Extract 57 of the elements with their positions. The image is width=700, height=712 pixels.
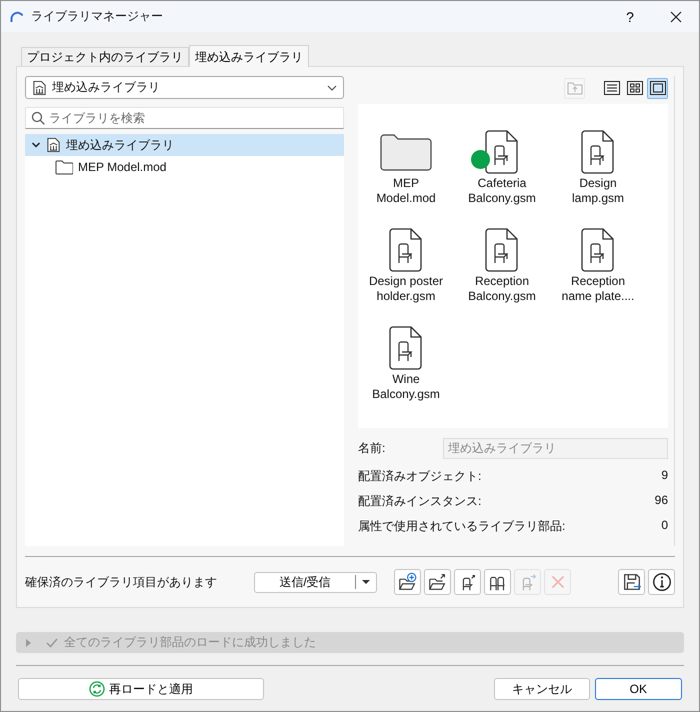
library-icon xyxy=(46,137,61,153)
save-button[interactable] xyxy=(618,569,645,595)
info-icon xyxy=(650,571,672,593)
folder-icon xyxy=(55,159,73,175)
field-label: 名前: xyxy=(358,440,386,456)
search-icon xyxy=(31,111,45,125)
stat-value: 9 xyxy=(661,468,668,484)
item-label: Wine Balcony.gsm xyxy=(371,372,441,402)
close-icon xyxy=(670,10,682,22)
chair-file-icon xyxy=(581,228,615,272)
stat-label: 配置済みインスタンス: xyxy=(358,493,482,509)
info-button[interactable] xyxy=(648,569,675,595)
item-label: Reception name plate.... xyxy=(560,274,636,304)
item-label: MEP Model.mod xyxy=(375,176,437,206)
chair-file-icon xyxy=(485,130,519,174)
item-label: Design lamp.gsm xyxy=(570,176,625,206)
tab[interactable]: 埋め込みライブラリ xyxy=(189,45,309,67)
folder-up-icon xyxy=(566,81,582,95)
item-label: Design poster holder.gsm xyxy=(368,274,444,304)
export-folder-button[interactable] xyxy=(424,569,451,595)
stat-value: 0 xyxy=(661,518,668,534)
check-icon xyxy=(46,638,58,648)
help-button[interactable]: ? xyxy=(607,1,653,32)
new-library-button[interactable] xyxy=(394,569,421,595)
tree-item[interactable]: MEP Model.mod xyxy=(25,156,344,178)
app-logo-icon xyxy=(10,10,24,22)
library-icon xyxy=(32,80,47,96)
tab[interactable]: プロジェクト内のライブラリ xyxy=(21,47,189,66)
large-view-button[interactable] xyxy=(647,78,668,98)
tree-item[interactable]: 埋め込みライブラリ xyxy=(25,134,344,156)
search-field[interactable]: ライブラリを検索 xyxy=(25,107,344,129)
reload-button[interactable]: 再ロードと適用 xyxy=(18,678,264,700)
chair-file-icon xyxy=(581,130,615,174)
stat-label: 属性で使用されているライブラリ部品: xyxy=(358,518,566,534)
chair-file-icon xyxy=(389,228,423,272)
item-label: Reception Balcony.gsm xyxy=(467,274,537,304)
folder-plus-icon xyxy=(396,571,418,593)
grid-view-icon xyxy=(626,79,644,97)
objects-button[interactable] xyxy=(484,569,511,595)
stat-value: 96 xyxy=(654,493,668,509)
reserve-message: 確保済のライブラリ項目があります xyxy=(25,574,217,590)
item-label: Cafeteria Balcony.gsm xyxy=(467,176,537,206)
list-view-icon xyxy=(602,79,620,97)
status-message: 全てのライブラリ部品のロードに成功しました xyxy=(64,634,316,651)
library-dropdown[interactable]: 埋め込みライブラリ xyxy=(25,76,344,99)
ok-button[interactable]: OK xyxy=(594,678,682,700)
chevron-down-icon xyxy=(327,84,337,90)
send-receive-button[interactable]: 送信/受信 xyxy=(254,572,377,592)
window-title: ライブラリマネージャー xyxy=(31,8,163,25)
large-view-icon xyxy=(648,79,666,97)
export-object-button[interactable] xyxy=(454,569,481,595)
chair-file-icon xyxy=(389,326,423,370)
chair-file-icon xyxy=(485,228,519,272)
folder-icon xyxy=(379,132,433,172)
stat-label: 配置済みオブジェクト: xyxy=(358,468,482,484)
refresh-icon xyxy=(89,681,106,697)
cancel-button[interactable]: キャンセル xyxy=(494,678,590,700)
